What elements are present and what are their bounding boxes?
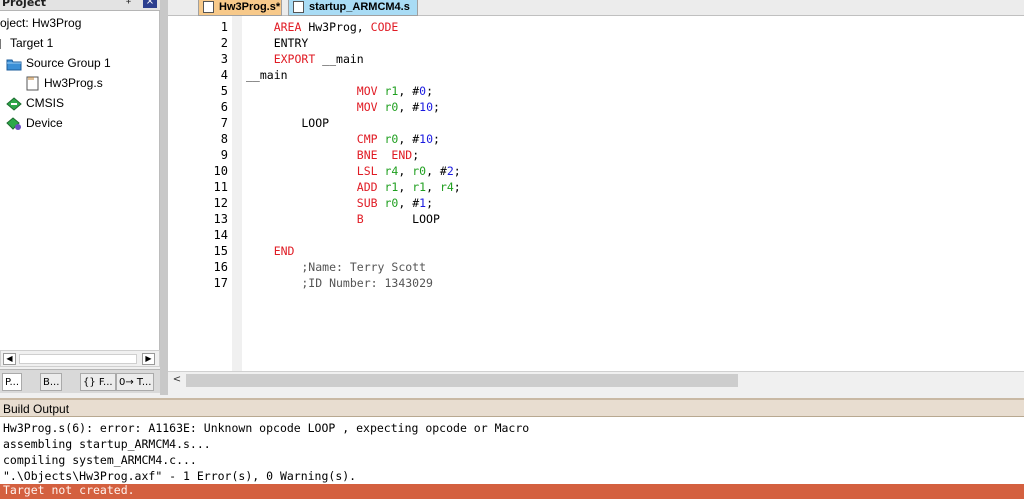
scrollbar-thumb[interactable] — [186, 374, 738, 387]
code-line[interactable]: ;Name: Terry Scott — [246, 259, 426, 275]
scroll-left-icon[interactable]: < — [170, 374, 184, 386]
tree-item-label: Target 1 — [10, 36, 54, 50]
line-number: 2 — [220, 36, 228, 50]
tab-templates[interactable]: 0→ T... — [116, 373, 155, 391]
tree-item-label: oject: Hw3Prog — [0, 16, 82, 30]
tree-item-label: Hw3Prog.s — [44, 76, 103, 90]
code-line[interactable]: AREA Hw3Prog, CODE — [246, 19, 399, 35]
project-panel: Project ‡ × oject: Hw3Prog Target 1 Sour… — [0, 0, 163, 395]
project-tree: oject: Hw3Prog Target 1 Source Group 1 H… — [0, 11, 160, 350]
fold-margin — [232, 16, 242, 371]
line-number: 17 — [213, 276, 228, 290]
editor-horizontal-scrollbar[interactable]: < — [168, 371, 1024, 388]
tree-item-label: Source Group 1 — [26, 56, 111, 70]
output-line: assembling startup_ARMCM4.s... — [3, 437, 211, 451]
line-number: 9 — [220, 148, 228, 162]
code-line[interactable]: LOOP — [246, 115, 329, 131]
error-text: Target not created. — [3, 483, 135, 497]
file-icon — [203, 1, 214, 13]
scroll-left-icon[interactable]: ◀ — [3, 353, 16, 365]
line-number: 10 — [213, 164, 228, 178]
output-line: compiling system_ARMCM4.c... — [3, 453, 197, 467]
build-output-header: Build Output — [0, 398, 1024, 417]
code-line[interactable]: ENTRY — [246, 35, 309, 51]
code-line[interactable]: BNE END; — [246, 147, 419, 163]
folder-icon — [6, 59, 22, 71]
line-number: 3 — [220, 52, 228, 66]
tree-item-file[interactable]: Hw3Prog.s — [26, 74, 103, 92]
tree-item-target[interactable]: Target 1 — [0, 34, 53, 52]
tab-startup-armcm4[interactable]: startup_ARMCM4.s — [288, 0, 418, 16]
file-icon — [293, 1, 304, 13]
project-panel-tabs: P... B... {} F... 0→ T... — [0, 369, 160, 393]
output-line: ".\Objects\Hw3Prog.axf" - 1 Error(s), 0 … — [3, 469, 357, 483]
output-line: Hw3Prog.s(6): error: A1163E: Unknown opc… — [3, 421, 530, 435]
line-number: 14 — [213, 228, 228, 242]
file-icon — [26, 76, 39, 91]
code-line[interactable]: ;ID Number: 1343029 — [246, 275, 433, 291]
line-number: 7 — [220, 116, 228, 130]
tree-item-source-group[interactable]: Source Group 1 — [6, 54, 111, 72]
line-number-gutter: 1 2 3 4 5 6 7 8 9 10 11 12 13 14 15 16 17 — [168, 16, 232, 371]
line-number: 12 — [213, 196, 228, 210]
tab-functions[interactable]: {} F... — [80, 373, 116, 391]
code-line[interactable]: ADD r1, r1, r4; — [246, 179, 461, 195]
build-output-title: Build Output — [3, 402, 70, 416]
tree-expander-icon[interactable] — [0, 38, 6, 49]
code-line[interactable]: END — [246, 243, 295, 259]
code-line[interactable]: __main — [246, 67, 288, 83]
line-number: 5 — [220, 84, 228, 98]
code-line[interactable]: MOV r0, #10; — [246, 99, 440, 115]
component-icon — [6, 97, 22, 111]
project-panel-title: Project — [2, 0, 47, 9]
tree-item-project[interactable]: oject: Hw3Prog — [0, 14, 81, 32]
tree-item-label: CMSIS — [26, 96, 65, 110]
code-line[interactable]: LSL r4, r0, #2; — [246, 163, 461, 179]
code-line[interactable]: MOV r1, #0; — [246, 83, 433, 99]
line-number: 8 — [220, 132, 228, 146]
code-line[interactable]: SUB r0, #1; — [246, 195, 433, 211]
tab-hw3prog[interactable]: Hw3Prog.s* — [198, 0, 282, 16]
tab-project[interactable]: P... — [2, 373, 23, 391]
tree-item-device[interactable]: Device — [6, 114, 63, 132]
line-number: 1 — [220, 20, 228, 34]
line-number: 16 — [213, 260, 228, 274]
project-horizontal-scrollbar[interactable]: ◀ ▶ — [0, 350, 160, 367]
device-icon — [6, 117, 21, 130]
code-line[interactable]: B LOOP — [246, 211, 440, 227]
pin-icon[interactable]: ‡ — [126, 0, 131, 6]
code-editor[interactable]: 1 2 3 4 5 6 7 8 9 10 11 12 13 14 15 16 17 AREA Hw3Prog, … — [168, 16, 1024, 371]
panel-splitter[interactable] — [160, 0, 168, 395]
code-line[interactable]: EXPORT __main — [246, 51, 364, 67]
tree-item-label: Device — [26, 116, 63, 130]
project-panel-header: Project ‡ × — [0, 0, 160, 11]
line-number: 11 — [213, 180, 228, 194]
line-number: 13 — [213, 212, 228, 226]
error-line: Target not created. — [0, 483, 1024, 499]
build-output-panel: Build Output Hw3Prog.s(6): error: A1163E… — [0, 398, 1024, 501]
scrollbar-thumb[interactable] — [19, 354, 137, 364]
line-number: 15 — [213, 244, 228, 258]
scroll-right-icon[interactable]: ▶ — [142, 353, 155, 365]
tree-item-cmsis[interactable]: CMSIS — [6, 94, 64, 112]
line-number: 6 — [220, 100, 228, 114]
close-icon[interactable]: × — [143, 0, 157, 8]
tab-books[interactable]: B... — [40, 373, 63, 391]
editor-tab-bar: Hw3Prog.s* startup_ARMCM4.s — [168, 0, 1024, 16]
line-number: 4 — [220, 68, 228, 82]
code-line[interactable]: CMP r0, #10; — [246, 131, 440, 147]
